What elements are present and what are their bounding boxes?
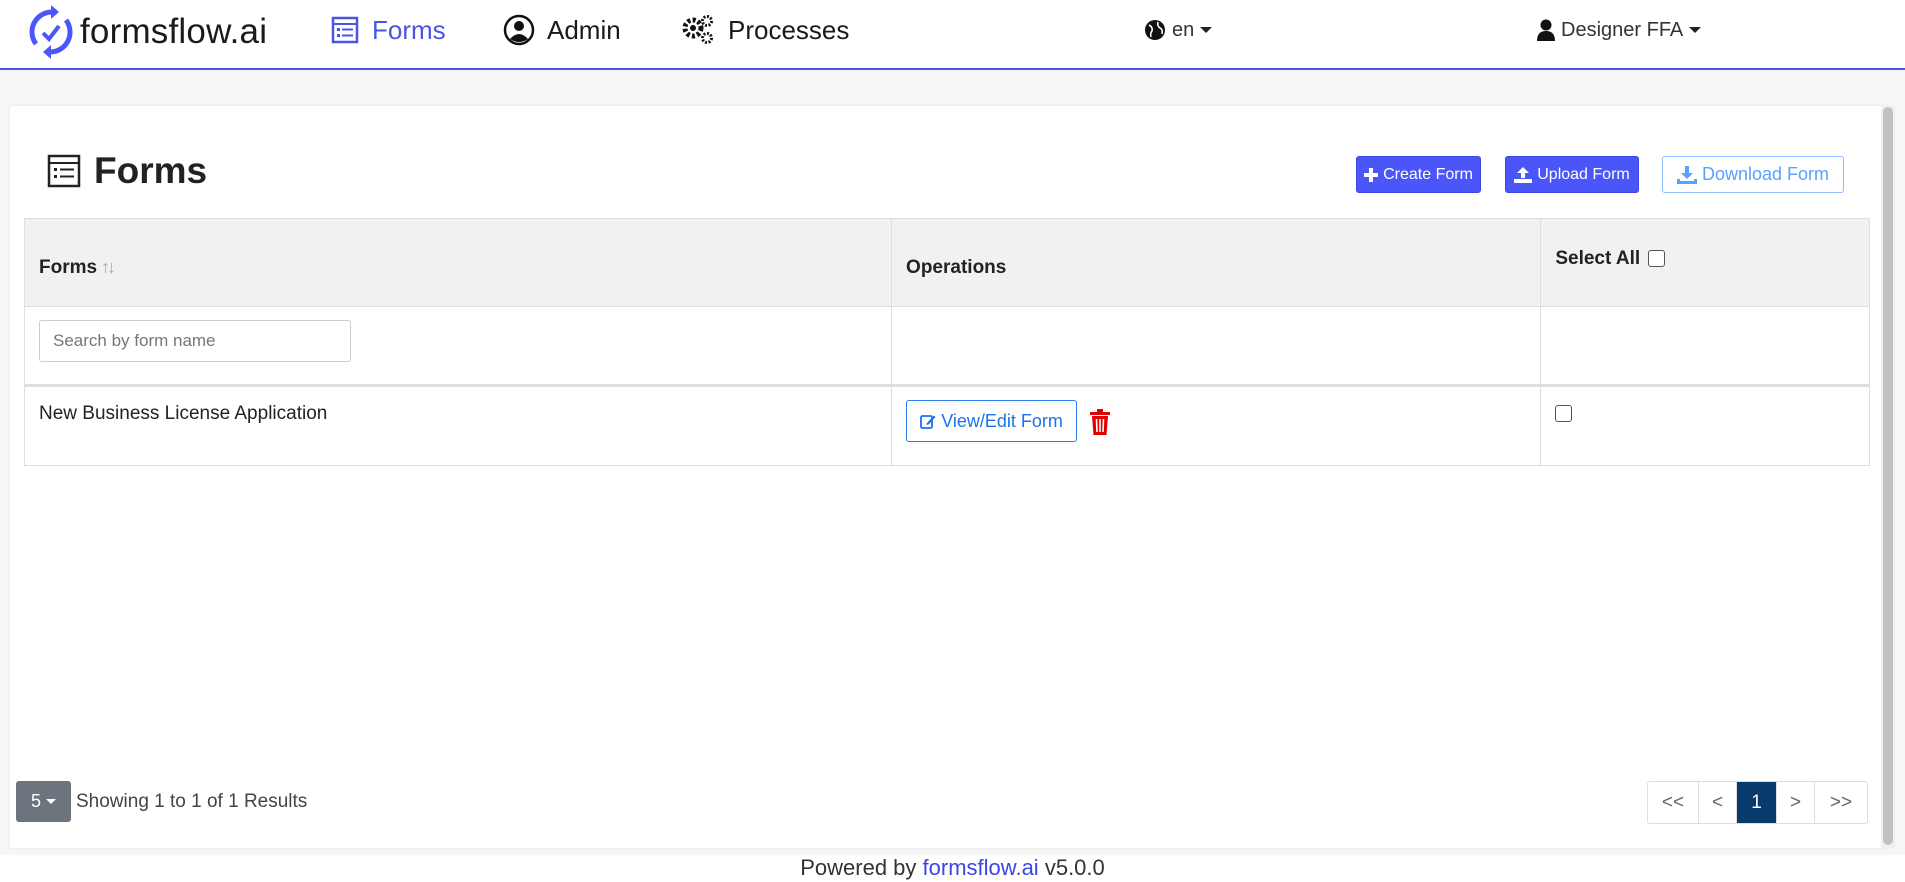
form-icon — [331, 16, 359, 44]
user-dropdown[interactable]: Designer FFA — [1537, 14, 1702, 46]
create-form-label: Create Form — [1383, 165, 1473, 183]
form-name-cell: New Business License Application — [25, 387, 893, 465]
column-header-label: Forms — [39, 256, 98, 278]
download-icon — [1676, 165, 1697, 184]
footer-link[interactable]: formsflow.ai — [923, 855, 1039, 880]
table-header-row: Forms ↑↓ Operations Select All — [25, 219, 1869, 307]
page-title: Forms — [94, 150, 208, 191]
user-icon — [1537, 19, 1555, 41]
scrollbar-thumb[interactable] — [1883, 107, 1893, 845]
download-form-label: Download Form — [1701, 164, 1830, 184]
filter-cell-empty — [892, 307, 1542, 384]
row-checkbox[interactable] — [1555, 405, 1573, 422]
view-edit-label: View/Edit Form — [941, 410, 1063, 431]
caret-down-icon — [1689, 27, 1702, 33]
footer-version: v5.0.0 — [1044, 855, 1105, 880]
download-form-button[interactable]: Download Form — [1662, 156, 1844, 193]
column-header-forms[interactable]: Forms ↑↓ — [25, 219, 893, 306]
operations-cell: View/Edit Form — [892, 387, 1542, 465]
table-row: New Business License Application View/Ed… — [25, 387, 1869, 465]
create-form-button[interactable]: Create Form — [1356, 156, 1481, 193]
filter-row — [25, 307, 1869, 387]
column-header-label: Operations — [906, 256, 1007, 278]
nav-item-label: Processes — [728, 14, 850, 45]
upload-icon — [1514, 166, 1533, 183]
view-edit-form-button[interactable]: View/Edit Form — [906, 400, 1078, 442]
form-name: New Business License Application — [39, 403, 328, 424]
pagination: << < 1 > >> — [1647, 781, 1868, 824]
sync-icon — [29, 5, 73, 59]
page-size-dropdown[interactable]: 5 — [16, 781, 71, 822]
results-summary: Showing 1 to 1 of 1 Results — [76, 791, 308, 812]
caret-down-icon — [1200, 27, 1213, 33]
column-header-select-all: Select All — [1541, 219, 1869, 306]
prev-page-button[interactable]: < — [1699, 782, 1737, 823]
forms-card: Forms Create Form Upload Form Download F… — [10, 106, 1890, 848]
column-header-label: Select All — [1555, 247, 1641, 269]
plus-icon — [1364, 167, 1379, 182]
trash-icon[interactable] — [1089, 409, 1111, 435]
last-page-button[interactable]: >> — [1815, 782, 1867, 823]
filter-cell-empty — [1541, 307, 1869, 384]
forms-table: Forms ↑↓ Operations Select All New Busin… — [24, 218, 1870, 466]
upload-form-button[interactable]: Upload Form — [1505, 156, 1639, 193]
user-circle-icon — [503, 14, 535, 46]
page-1-button[interactable]: 1 — [1737, 782, 1777, 823]
nav-item-forms[interactable]: Forms — [330, 10, 446, 50]
brand-name: formsflow.ai — [80, 12, 268, 51]
language-dropdown[interactable]: en — [1144, 14, 1213, 46]
nav-item-processes[interactable]: Processes — [680, 10, 849, 50]
column-header-operations: Operations — [892, 219, 1542, 306]
brand[interactable]: formsflow.ai — [28, 4, 267, 60]
page-header: Forms — [46, 150, 207, 192]
upload-form-label: Upload Form — [1537, 165, 1630, 183]
nav-item-label: Admin — [547, 14, 621, 45]
next-page-button[interactable]: > — [1777, 782, 1815, 823]
footer-prefix: Powered by — [800, 855, 917, 880]
select-all-checkbox[interactable] — [1648, 250, 1666, 267]
language-label: en — [1172, 18, 1195, 41]
globe-icon — [1145, 20, 1165, 40]
select-cell — [1541, 387, 1869, 465]
user-name: Designer FFA — [1561, 18, 1684, 41]
form-icon — [47, 154, 81, 188]
sort-icon[interactable]: ↑↓ — [101, 257, 116, 278]
filter-cell — [25, 307, 893, 384]
first-page-button[interactable]: << — [1648, 782, 1699, 823]
site-footer: Powered by formsflow.ai v5.0.0 — [0, 855, 1905, 882]
top-navbar: formsflow.ai Forms Admin Processes en De… — [0, 0, 1905, 70]
nav-item-label: Forms — [372, 14, 446, 45]
gears-icon — [682, 15, 713, 44]
edit-icon — [920, 415, 936, 429]
search-input[interactable] — [39, 320, 351, 362]
caret-down-icon — [46, 799, 56, 804]
page-size-value: 5 — [30, 791, 41, 811]
nav-item-admin[interactable]: Admin — [503, 10, 621, 50]
